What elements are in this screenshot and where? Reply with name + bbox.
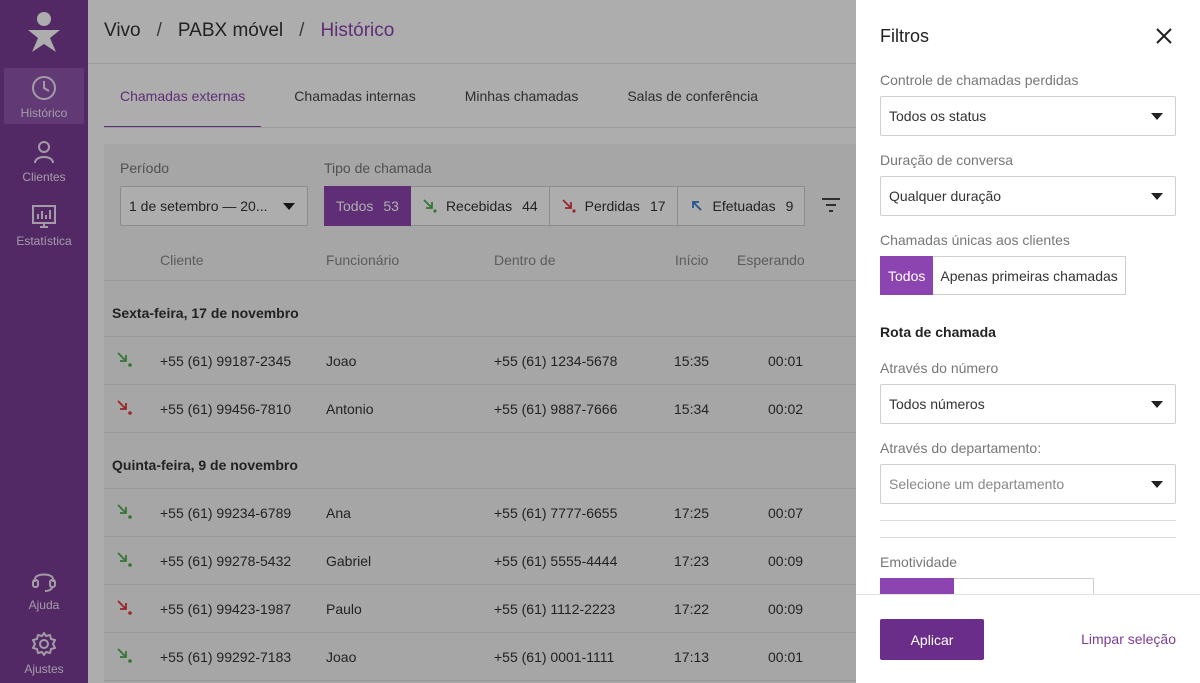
number-select[interactable]: Todos números [880, 384, 1176, 424]
missed-control-label: Controle de chamadas perdidas [880, 72, 1079, 88]
panel-title: Filtros [880, 26, 929, 46]
emotion-segmented [880, 578, 1094, 594]
number-label: Através do número [880, 360, 999, 376]
emotion-option[interactable] [954, 578, 1094, 594]
unique-calls-segmented: Todos Apenas primeiras chamadas [880, 256, 1126, 295]
department-label: Através do departamento: [880, 440, 1042, 456]
route-section-title: Rota de chamada [880, 324, 996, 340]
unique-all-button[interactable]: Todos [880, 256, 934, 295]
department-placeholder: Selecione um departamento [889, 476, 1065, 492]
chevron-down-icon [1151, 193, 1163, 200]
divider [880, 520, 1176, 521]
filter-panel: Filtros Controle de chamadas perdidas To… [856, 0, 1200, 683]
apply-button[interactable]: Aplicar [880, 619, 984, 660]
duration-label: Duração de conversa [880, 152, 1014, 168]
unique-calls-label: Chamadas únicas aos clientes [880, 232, 1070, 248]
duration-value: Qualquer duração [889, 188, 1002, 204]
number-value: Todos números [889, 396, 985, 412]
close-icon[interactable] [1154, 26, 1174, 46]
missed-control-select[interactable]: Todos os status [880, 96, 1176, 136]
emotion-option-active[interactable] [880, 578, 954, 594]
chevron-down-icon [1151, 113, 1163, 120]
duration-select[interactable]: Qualquer duração [880, 176, 1176, 216]
panel-footer: Aplicar Limpar seleção [856, 594, 1200, 683]
divider [880, 537, 1176, 538]
department-select[interactable]: Selecione um departamento [880, 464, 1176, 504]
unique-first-only-button[interactable]: Apenas primeiras chamadas [933, 256, 1126, 295]
missed-control-value: Todos os status [889, 108, 987, 124]
modal-overlay[interactable] [0, 0, 856, 683]
emotion-label: Emotividade [880, 554, 958, 570]
chevron-down-icon [1151, 481, 1163, 488]
chevron-down-icon [1151, 401, 1163, 408]
clear-selection-link[interactable]: Limpar seleção [1081, 631, 1176, 647]
